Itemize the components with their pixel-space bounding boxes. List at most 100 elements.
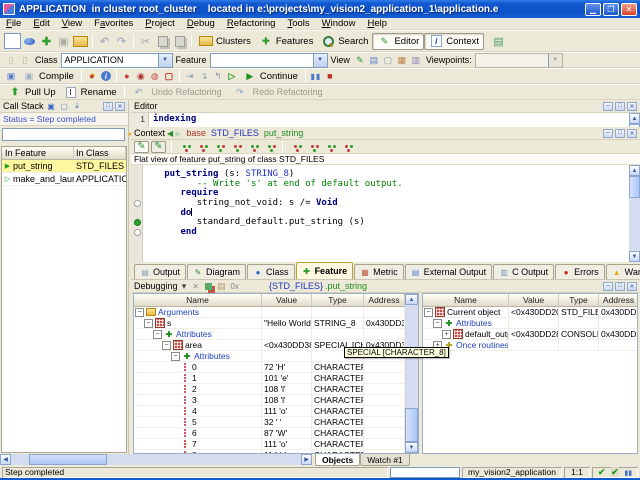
feature-combobox[interactable]: ▼ bbox=[210, 53, 328, 68]
column-type[interactable]: Type bbox=[312, 294, 364, 307]
menu-favorites[interactable]: Favorites bbox=[88, 18, 139, 29]
column-in-feature[interactable]: In Feature bbox=[2, 147, 74, 160]
code-line[interactable]: end bbox=[131, 228, 629, 238]
menu-help[interactable]: Help bbox=[361, 18, 393, 29]
melt-icon[interactable] bbox=[4, 70, 18, 83]
scroll-up-icon[interactable]: ▲ bbox=[629, 113, 640, 124]
context-vertical-scrollbar[interactable]: ▲ ▼ bbox=[629, 165, 640, 262]
grid-row[interactable]: 2108 'l'CHARACTER_8 bbox=[134, 384, 405, 395]
debugged-feature[interactable]: .put_string bbox=[325, 281, 367, 291]
panel-minimize-icon[interactable]: ─ bbox=[603, 129, 613, 138]
stop-icon[interactable] bbox=[323, 70, 337, 83]
undo-icon[interactable] bbox=[96, 33, 113, 49]
view-flat-icon[interactable] bbox=[367, 54, 381, 67]
paste-icon[interactable] bbox=[171, 33, 188, 49]
menu-window[interactable]: Window bbox=[316, 18, 362, 29]
new-feature-icon[interactable] bbox=[38, 33, 55, 49]
column-name[interactable]: Name bbox=[423, 294, 509, 307]
save-call-stack-icon[interactable] bbox=[46, 100, 57, 113]
step-into-icon[interactable] bbox=[197, 70, 211, 83]
tab-feature[interactable]: Feature bbox=[296, 262, 354, 279]
grid-row[interactable]: −Current object<0x430DD20>STD_FILES0x430… bbox=[423, 307, 637, 318]
copy-object-icon[interactable] bbox=[217, 280, 227, 293]
descendants-icon[interactable] bbox=[194, 141, 209, 153]
scroll-right-icon[interactable]: ▶ bbox=[301, 454, 312, 465]
callers-icon[interactable] bbox=[288, 141, 303, 153]
redo-icon[interactable] bbox=[113, 33, 130, 49]
implementers-icon[interactable] bbox=[322, 141, 337, 153]
breadcrumb-feature[interactable]: put_string bbox=[264, 128, 304, 138]
tab-errors[interactable]: Errors bbox=[555, 264, 605, 279]
context-toggle[interactable]: Context bbox=[424, 33, 484, 50]
pause-icon[interactable] bbox=[309, 70, 323, 83]
freeze-icon[interactable] bbox=[85, 70, 99, 83]
breakpoints-window-icon[interactable] bbox=[162, 70, 176, 83]
history-forward-icon[interactable]: ▶ bbox=[175, 129, 181, 138]
continue-button[interactable]: Continue bbox=[239, 69, 302, 84]
clients-icon[interactable] bbox=[211, 141, 226, 153]
panel-maximize-icon[interactable]: □ bbox=[615, 129, 625, 138]
column-in-class[interactable]: In Class bbox=[74, 147, 126, 160]
grid-row[interactable]: 4111 'o'CHARACTER_8 bbox=[134, 406, 405, 417]
context-code-area[interactable]: put_string (s: STRING_8) -- Write 's' at… bbox=[131, 165, 629, 262]
pull-up-button[interactable]: Pull Up bbox=[4, 85, 60, 100]
import-call-stack-icon[interactable] bbox=[72, 100, 83, 113]
tab-class[interactable]: Class bbox=[247, 264, 295, 279]
panel-minimize-icon[interactable]: ─ bbox=[603, 102, 613, 111]
current-line-marker-icon[interactable] bbox=[134, 219, 141, 226]
collapse-toggle[interactable]: − bbox=[162, 341, 171, 350]
close-button[interactable]: ✕ bbox=[621, 3, 637, 16]
grid-row[interactable]: −s"Hello World!"STRING_80x430DD30 bbox=[134, 318, 405, 329]
scroll-up-icon[interactable]: ▲ bbox=[629, 165, 640, 176]
code-line[interactable]: standard_default.put_string (s) bbox=[131, 218, 629, 228]
tab-metric[interactable]: Metric bbox=[354, 264, 404, 279]
grid-row[interactable]: +Once routines bbox=[423, 340, 637, 351]
scroll-thumb[interactable] bbox=[629, 176, 640, 198]
scroll-thumb[interactable] bbox=[405, 408, 418, 442]
routines-view-icon[interactable] bbox=[262, 141, 277, 153]
call-stack-row[interactable]: ▷make_and_launch*APPLICATION bbox=[2, 173, 126, 186]
bottom-tab-watch-1[interactable]: Watch #1 bbox=[360, 454, 410, 466]
grid-row[interactable]: −Attributes bbox=[423, 318, 637, 329]
attributes-view-icon[interactable] bbox=[245, 141, 260, 153]
hex-display-icon[interactable]: 0x bbox=[231, 282, 239, 291]
call-stack-filter-input[interactable] bbox=[2, 128, 125, 141]
breadcrumb-class[interactable]: STD_FILES bbox=[211, 128, 259, 138]
run-to-cursor-icon[interactable] bbox=[225, 70, 239, 83]
panel-maximize-icon[interactable]: □ bbox=[615, 282, 625, 291]
code-line[interactable]: string_not_void: s /= Void bbox=[131, 199, 629, 209]
grid-row[interactable]: −Attributes bbox=[134, 329, 405, 340]
tab-output[interactable]: Output bbox=[134, 264, 186, 279]
grid-vertical-scrollbar[interactable]: ▲ ▼ bbox=[405, 294, 418, 453]
menu-project[interactable]: Project bbox=[139, 18, 181, 29]
expand-toggle[interactable]: + bbox=[442, 330, 451, 339]
collapse-toggle[interactable]: − bbox=[171, 352, 180, 361]
clickable-view-icon[interactable] bbox=[151, 141, 166, 153]
step-out-icon[interactable] bbox=[211, 70, 225, 83]
panel-close-icon[interactable]: ✕ bbox=[115, 102, 125, 111]
debug-run-icon[interactable] bbox=[120, 70, 134, 83]
collapse-toggle[interactable]: − bbox=[135, 308, 144, 317]
viewpoints-combobox-arrow-icon[interactable]: ▼ bbox=[548, 54, 562, 67]
view-editor-icon[interactable] bbox=[353, 54, 367, 67]
menu-edit[interactable]: Edit bbox=[27, 18, 55, 29]
menu-file[interactable]: File bbox=[0, 18, 27, 29]
features-button[interactable]: Features bbox=[255, 34, 318, 49]
editor-vertical-scrollbar[interactable]: ▲ ▼ bbox=[629, 113, 640, 127]
grid-row[interactable]: +default_output<0x430DD28>CONSOLE0x430DD… bbox=[423, 329, 637, 340]
scroll-up-icon[interactable]: ▲ bbox=[405, 294, 418, 305]
grid-row[interactable]: 687 'W'CHARACTER_8 bbox=[134, 428, 405, 439]
suppliers-icon[interactable] bbox=[228, 141, 243, 153]
grid-row[interactable]: 072 'H'CHARACTER_8 bbox=[134, 362, 405, 373]
breakpoint-slot-icon[interactable] bbox=[134, 200, 141, 207]
scroll-down-icon[interactable]: ▼ bbox=[405, 442, 418, 453]
new-window-call-stack-icon[interactable] bbox=[59, 100, 70, 113]
tab-c-output[interactable]: C Output bbox=[493, 264, 554, 279]
homonyms-icon[interactable] bbox=[339, 141, 354, 153]
dropdown-icon[interactable] bbox=[180, 280, 189, 293]
scroll-left-icon[interactable]: ◀ bbox=[0, 454, 11, 465]
history-back-icon[interactable]: ◀ bbox=[167, 129, 173, 138]
panel-maximize-icon[interactable]: □ bbox=[103, 102, 113, 111]
column-address[interactable]: Address bbox=[599, 294, 638, 307]
menu-refactoring[interactable]: Refactoring bbox=[221, 18, 282, 29]
